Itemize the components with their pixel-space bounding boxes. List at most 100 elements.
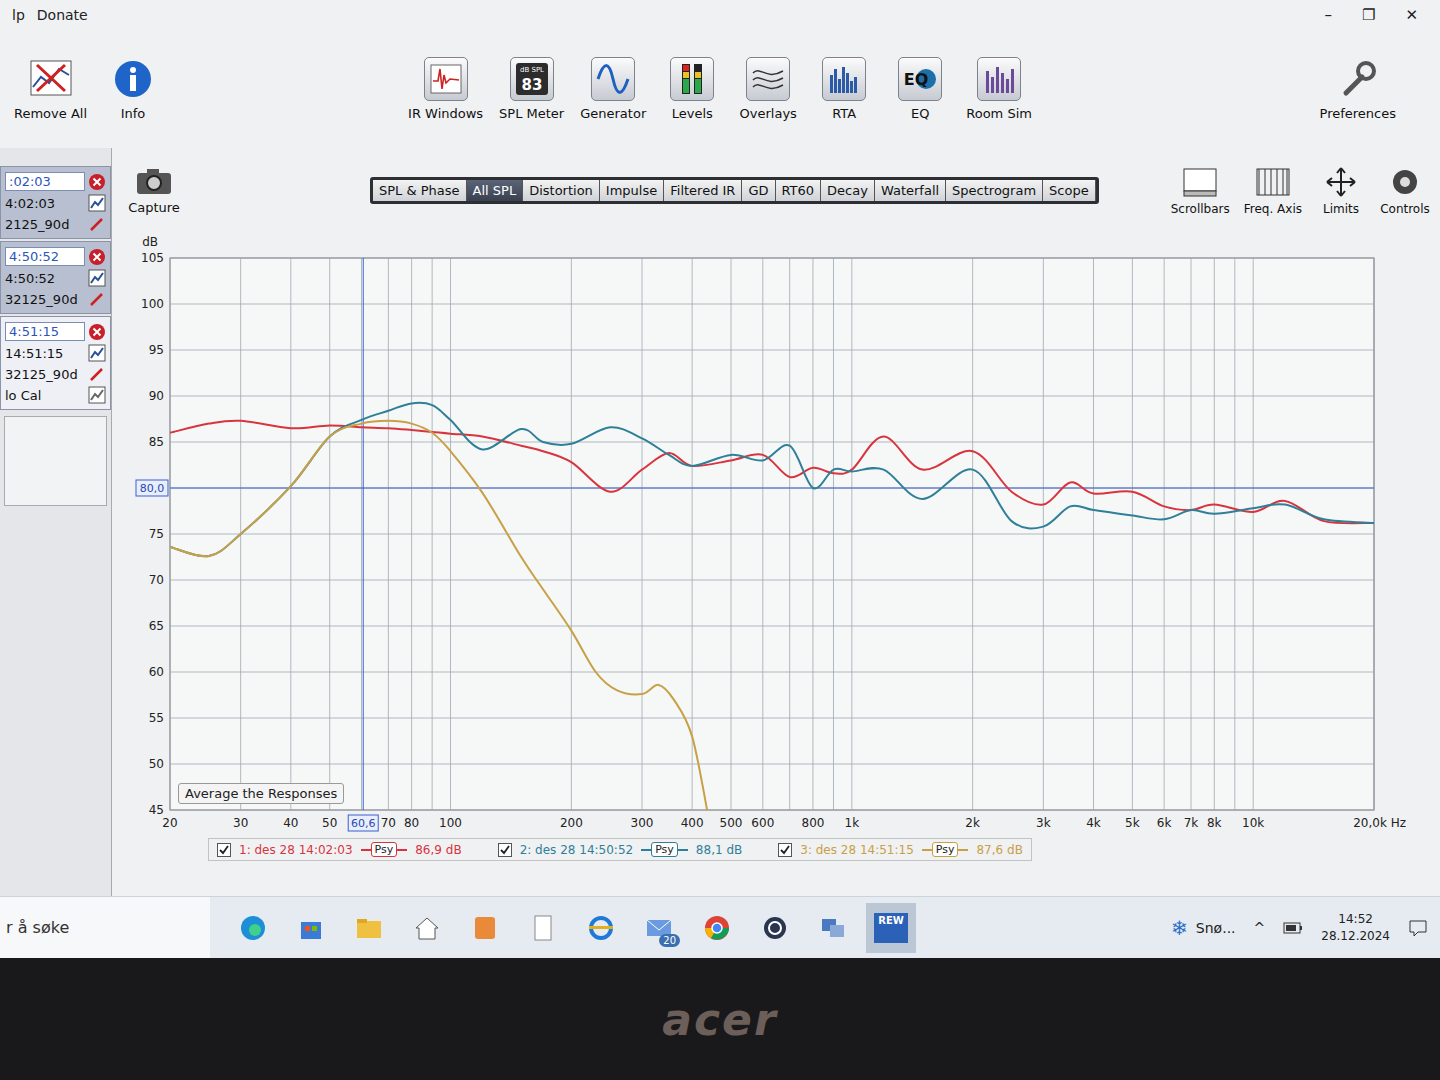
taskbar-app[interactable] (750, 903, 800, 953)
measurement-file: 32125_90d (5, 292, 78, 307)
cursor-h-line[interactable] (170, 488, 1374, 489)
graph-icon[interactable] (88, 269, 106, 287)
legend-label: 3: des 28 14:51:15 (800, 843, 914, 857)
measurement-item[interactable]: 4:51:1514:51:1532125_90dlo Cal (0, 316, 111, 410)
average-button[interactable]: Average the Responses (178, 783, 344, 804)
graph-icon[interactable] (88, 194, 106, 212)
tool-button[interactable]: Levels (662, 57, 722, 121)
window-control-button[interactable]: ❐ (1362, 6, 1375, 24)
measurement-item[interactable]: :02:034:02:032125_90d (0, 166, 111, 239)
toolbar-button[interactable]: Remove All (14, 57, 87, 121)
tool-button[interactable]: dB SPL83SPL Meter (499, 57, 564, 121)
tool-button[interactable]: Generator (580, 57, 646, 121)
window-control-button[interactable]: ✕ (1405, 6, 1418, 24)
taskbar-app[interactable] (228, 903, 278, 953)
legend-checkbox[interactable] (217, 843, 231, 857)
y-tick: 65 (149, 619, 164, 633)
remove-icon[interactable] (88, 323, 106, 341)
graph-tab[interactable]: Impulse (600, 180, 664, 201)
pen-icon[interactable] (88, 290, 106, 308)
tool-button[interactable]: EQEQ (890, 57, 950, 121)
series-line[interactable] (170, 421, 1374, 524)
series-line[interactable] (170, 421, 709, 810)
taskbar-app[interactable]: 20 (634, 903, 684, 953)
legend-checkbox[interactable] (498, 843, 512, 857)
taskbar-app[interactable] (286, 903, 336, 953)
tool-button[interactable]: Overlays (738, 57, 798, 121)
legend: 1: des 28 14:02:03Psy86,9 dB2: des 28 14… (208, 838, 1032, 861)
window-control-button[interactable]: – (1324, 6, 1332, 24)
taskbar-app[interactable] (344, 903, 394, 953)
tool-button[interactable]: Room Sim (966, 57, 1032, 121)
pen-icon[interactable] (88, 215, 106, 233)
view-control-button[interactable]: Controls (1380, 165, 1430, 216)
graph-icon[interactable] (88, 344, 106, 362)
menu-item[interactable]: Donate (35, 5, 90, 25)
calibration-icon[interactable] (88, 386, 106, 404)
toolbar-button-graphic (109, 57, 157, 101)
tool-button[interactable]: RTA (814, 57, 874, 121)
graph-tab[interactable]: Decay (821, 180, 875, 201)
taskbar-search[interactable]: r å søke (0, 897, 210, 958)
x-tick: 20 (162, 816, 177, 830)
view-control-button[interactable]: Freq. Axis (1244, 165, 1302, 216)
remove-icon[interactable] (88, 248, 106, 266)
x-tick: 80 (404, 816, 419, 830)
graph-top-row: Capture SPL & PhaseAll SPLDistortionImpul… (112, 148, 1440, 232)
x-tick: 200 (560, 816, 583, 830)
remove-icon[interactable] (88, 173, 106, 191)
tray-caret[interactable]: ^ (1254, 920, 1266, 936)
taskbar-app[interactable] (518, 903, 568, 953)
capture-button[interactable]: Capture (122, 166, 186, 215)
graph-tab[interactable]: Scope (1043, 180, 1096, 201)
graph-tab[interactable]: GD (742, 180, 775, 201)
view-control-button[interactable]: Scrollbars (1171, 165, 1230, 216)
taskbar-app[interactable] (402, 903, 452, 953)
graph-tab[interactable]: All SPL (467, 180, 524, 201)
measurement-time: 4:50:52 (5, 271, 55, 286)
toolbar-button[interactable]: Info (103, 57, 163, 121)
menu-item[interactable]: lp (10, 5, 27, 25)
measurement-name-field[interactable]: 4:50:52 (5, 247, 85, 266)
measurement-item[interactable]: 4:50:52 4:50:52 32125_90d (0, 241, 111, 314)
taskbar-app[interactable] (460, 903, 510, 953)
info-icon (113, 59, 153, 99)
graph-tab[interactable]: Filtered IR (664, 180, 742, 201)
x-tick: 7k (1184, 816, 1199, 830)
preferences-button[interactable]: Preferences (1320, 57, 1396, 121)
view-control-button[interactable]: Limits (1316, 165, 1366, 216)
legend-line-sample[interactable]: Psy (361, 842, 408, 857)
edge-icon (238, 913, 268, 943)
clock[interactable]: 14:5228.12.2024 (1321, 911, 1390, 945)
notification-icon[interactable] (1408, 918, 1428, 938)
legend-line-sample[interactable]: Psy (641, 842, 688, 857)
graph-tab[interactable]: SPL & Phase (373, 180, 467, 201)
frequency-chart[interactable]: dB10510095908575706560555045203040507080… (112, 232, 1412, 838)
measurement-note: lo Cal (5, 388, 41, 403)
measurement-name-field[interactable]: 4:51:15 (5, 322, 85, 341)
x-tick: 800 (802, 816, 825, 830)
legend-checkbox[interactable] (778, 843, 792, 857)
preferences-graphic (1334, 57, 1382, 101)
taskbar-app[interactable] (576, 903, 626, 953)
toolbar: Remove All Info IR WindowsdB SPL83SPL Mete… (0, 30, 1440, 148)
taskbar-app-rew[interactable]: REW (866, 903, 916, 953)
battery-icon[interactable] (1283, 920, 1303, 936)
graph-tab[interactable]: Spectrogram (946, 180, 1043, 201)
y-tick: 50 (149, 757, 164, 771)
pen-icon[interactable] (88, 365, 106, 383)
y-tick: 75 (149, 527, 164, 541)
graph-tab[interactable]: Waterfall (875, 180, 946, 201)
toolbar-right: Preferences (1320, 57, 1426, 121)
tool-button[interactable]: IR Windows (408, 57, 483, 121)
graph-tab[interactable]: Distortion (523, 180, 600, 201)
smoothing-badge: Psy (932, 842, 959, 857)
cursor-v-line[interactable] (363, 258, 364, 810)
weather[interactable]: ❄Snø... (1171, 916, 1235, 940)
legend-line-sample[interactable]: Psy (922, 842, 969, 857)
graph-tab[interactable]: RT60 (776, 180, 822, 201)
taskbar-app[interactable] (692, 903, 742, 953)
measurement-name-field[interactable]: :02:03 (5, 172, 85, 191)
taskbar-app[interactable] (808, 903, 858, 953)
x-tick: 3k (1036, 816, 1051, 830)
